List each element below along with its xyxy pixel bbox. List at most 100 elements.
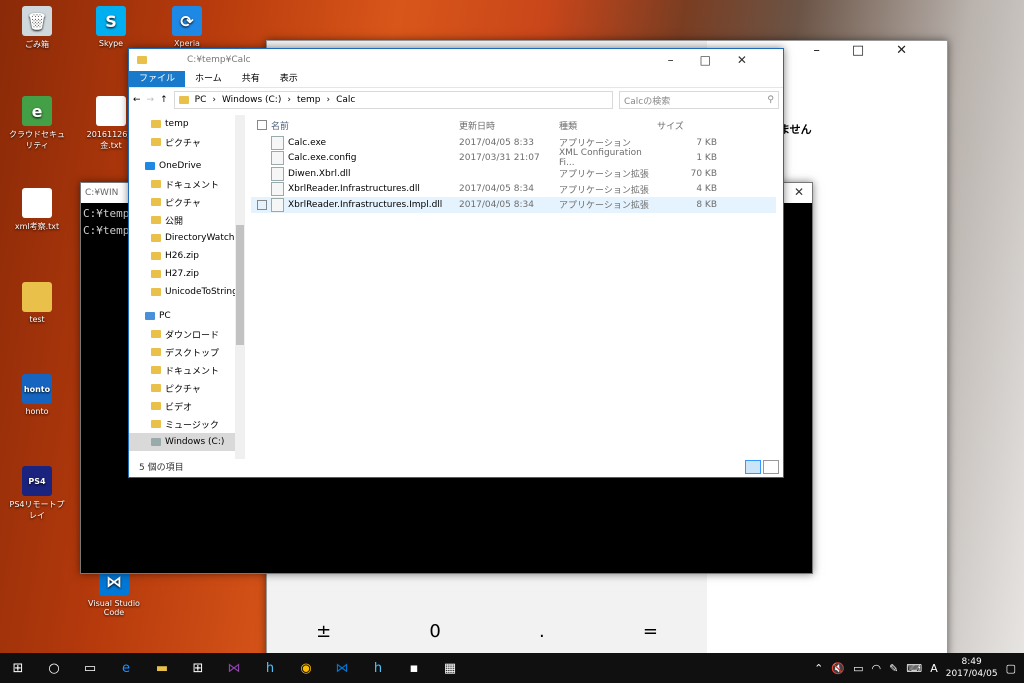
select-all-checkbox[interactable] [257,120,267,130]
desktop-icon[interactable]: honto honto [6,374,68,416]
task-view-icon[interactable]: ▭ [72,653,108,683]
nav-item[interactable]: ダウンロード [129,325,245,343]
nav-item-label: ピクチャ [165,198,201,209]
search-icon[interactable]: ○ [36,653,72,683]
nav-item[interactable]: ドキュメント [129,361,245,379]
desktop-icon-image [22,188,52,218]
column-name[interactable]: 名前 [271,119,289,132]
nav-item-label: ダウンロード [165,330,220,341]
nav-scrollbar[interactable] [235,115,245,459]
honto-icon[interactable]: h [252,653,288,683]
equals-key[interactable]: = [643,621,658,642]
up-arrow-icon[interactable]: ↑ [160,95,168,105]
forward-arrow-icon[interactable]: → [147,95,155,105]
nav-item[interactable]: ピクチャ [129,379,245,397]
nav-item[interactable]: 公開 [129,211,245,229]
calculator-icon[interactable]: ▦ [432,653,468,683]
cmd-icon[interactable]: ▪ [396,653,432,683]
visual-studio-icon[interactable]: ⋈ [216,653,252,683]
notification-icon[interactable]: ▢ [1006,662,1016,675]
keyboard-icon[interactable]: ⌨ [906,662,922,675]
column-date[interactable]: 更新日時 [459,119,559,132]
tab-file[interactable]: ファイル [129,71,186,87]
system-tray: ⌃ 🔇 ▭ ◠ ✎ ⌨ A 8:49 2017/04/05 ▢ [814,653,1024,683]
breadcrumb-calc[interactable]: Calc [336,95,355,105]
store-icon[interactable]: ⊞ [180,653,216,683]
nav-item[interactable]: UnicodeToString [129,283,245,301]
start-windows-icon[interactable]: ⊞ [0,653,36,683]
file-size: 1 KB [696,153,717,164]
desktop-icon[interactable]: test [6,282,68,324]
nav-item-label: OneDrive [159,161,202,171]
pen-icon[interactable]: ✎ [889,662,898,675]
ime-indicator[interactable]: A [930,662,938,675]
vscode-icon[interactable]: ⋈ [324,653,360,683]
desktop-icon[interactable]: xml考察.txt [6,188,68,232]
file-row[interactable]: XbrlReader.Infrastructures.Impl.dll 2017/… [251,197,776,213]
volume-mute-icon[interactable]: 🔇 [831,662,845,675]
nav-item[interactable]: ピクチャ [129,193,245,211]
file-icon [271,182,284,197]
desktop-icon[interactable]: S Skype [80,6,142,48]
row-checkbox[interactable] [257,199,267,210]
file-row[interactable]: XbrlReader.Infrastructures.dll 2017/04/05… [251,182,776,198]
nav-item[interactable]: Windows (C:) [129,433,245,451]
file-name: XbrlReader.Infrastructures.dll [288,184,420,195]
chevron-up-icon[interactable]: ⌃ [814,662,823,675]
nav-item[interactable]: ドキュメント [129,175,245,193]
file-icon [271,166,284,181]
column-type[interactable]: 種類 [559,119,657,132]
search-input[interactable]: Calcの検索 ⚲ [619,91,779,109]
file-explorer-icon[interactable]: ▬ [144,653,180,683]
calculator-window-controls[interactable]: –□✕ [813,43,939,58]
nav-item[interactable]: H26.zip [129,247,245,265]
desktop-icon[interactable]: e クラウドセキュリティ [6,96,68,151]
plus-minus-key[interactable]: ± [316,621,331,642]
column-size[interactable]: サイズ [657,119,717,132]
file-name: Calc.exe [288,137,327,148]
nav-item[interactable]: DirectoryWatche [129,229,245,247]
desktop-icon-image [96,96,126,126]
tab-home[interactable]: ホーム [185,71,232,87]
desktop-icon[interactable]: 🗑 ごみ箱 [6,6,68,50]
explorer-window[interactable]: C:¥temp¥Calc –□✕ ファイル ホーム 共有 表示 ← → ↑ PC… [128,48,784,478]
nav-item[interactable]: H27.zip [129,265,245,283]
breadcrumb-drive[interactable]: Windows (C:) [222,95,281,105]
explorer-title-bar[interactable]: C:¥temp¥Calc –□✕ [129,49,783,71]
chrome-icon[interactable]: ◉ [288,653,324,683]
nav-item[interactable]: デスクトップ [129,343,245,361]
nav-item[interactable]: OneDrive [129,157,245,175]
wifi-icon[interactable]: ◠ [871,662,881,675]
zero-key[interactable]: 0 [429,621,440,642]
breadcrumb-temp[interactable]: temp [297,95,321,105]
tab-share[interactable]: 共有 [232,71,270,87]
desktop-icon-label: ごみ箱 [25,40,49,49]
nav-item[interactable]: temp [129,115,245,133]
battery-icon[interactable]: ▭ [853,662,863,675]
nav-item[interactable]: ピクチャ [129,133,245,151]
folder-icon [151,420,161,428]
details-view-icon[interactable] [745,460,761,474]
tab-view[interactable]: 表示 [270,71,308,87]
clock[interactable]: 8:49 2017/04/05 [946,656,998,680]
large-icons-view-icon[interactable] [763,460,779,474]
breadcrumb-pc[interactable]: PC [195,95,207,105]
back-arrow-icon[interactable]: ← [133,95,141,105]
nav-item[interactable]: PC [129,307,245,325]
desktop-icon[interactable]: PS4 PS4リモートプレイ [6,466,68,521]
desktop-icon-label: PS4リモートプレイ [9,500,65,520]
nav-item[interactable]: ビデオ [129,397,245,415]
column-header-row: 名前 更新日時 種類 サイズ [251,115,776,135]
desktop-icon-image: e [22,96,52,126]
folder-icon [151,198,161,206]
window-controls[interactable]: –□✕ [668,53,773,67]
decimal-key[interactable]: . [539,621,545,642]
honto-icon[interactable]: h [360,653,396,683]
file-row[interactable]: Calc.exe 2017/04/05 8:33 アプリケーション 7 KB [251,135,776,151]
address-bar[interactable]: PC › Windows (C:) › temp › Calc [173,91,613,109]
file-row[interactable]: Calc.exe.config 2017/03/31 21:07 XML Confi… [251,148,776,168]
edge-icon[interactable]: e [108,653,144,683]
nav-item[interactable]: ミュージック [129,415,245,433]
file-row[interactable]: Diwen.Xbrl.dll アプリケーション拡張 70 KB [251,166,776,182]
close-icon[interactable]: ✕ [794,185,804,199]
